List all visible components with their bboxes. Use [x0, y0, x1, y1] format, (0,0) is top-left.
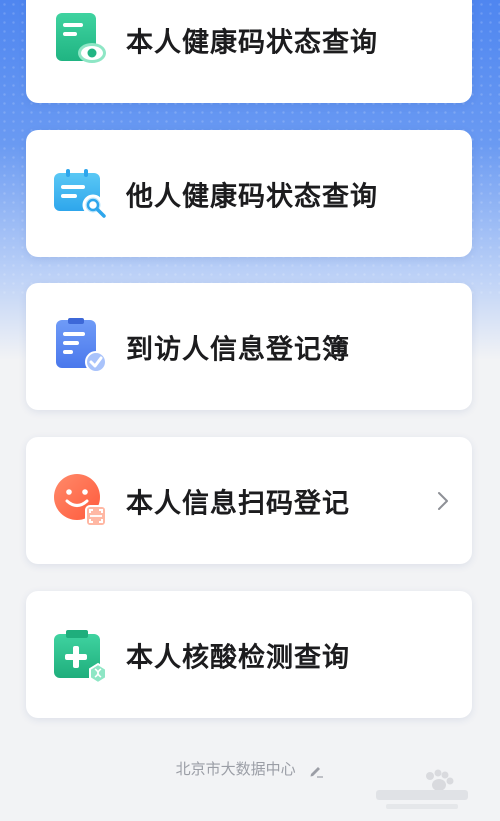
card-label: 本人信息扫码登记 [126, 488, 350, 519]
health-code-search-icon [54, 168, 106, 218]
chevron-right-icon [438, 491, 448, 510]
visitor-register-icon [56, 317, 107, 373]
edit-pen-icon [310, 766, 324, 778]
self-info-scan-register-card[interactable]: 本人信息扫码登记 [26, 437, 472, 564]
footer-text: 北京市大数据中心 [175, 760, 296, 778]
nucleic-acid-test-icon [54, 629, 107, 684]
baidu-watermark-logo [376, 769, 468, 809]
card-label: 他人健康码状态查询 [126, 181, 378, 212]
face-scan-icon [54, 473, 107, 527]
others-health-code-query-card[interactable]: 他人健康码状态查询 [26, 130, 472, 257]
card-label: 本人核酸检测查询 [126, 642, 350, 673]
card-label: 到访人信息登记簿 [126, 334, 350, 365]
self-health-code-query-card[interactable]: 本人健康码状态查询 [26, 0, 472, 103]
health-code-view-icon [56, 12, 106, 63]
visitor-register-book-card[interactable]: 到访人信息登记簿 [26, 283, 472, 410]
self-nucleic-acid-test-query-card[interactable]: 本人核酸检测查询 [26, 591, 472, 718]
card-label: 本人健康码状态查询 [126, 27, 378, 58]
